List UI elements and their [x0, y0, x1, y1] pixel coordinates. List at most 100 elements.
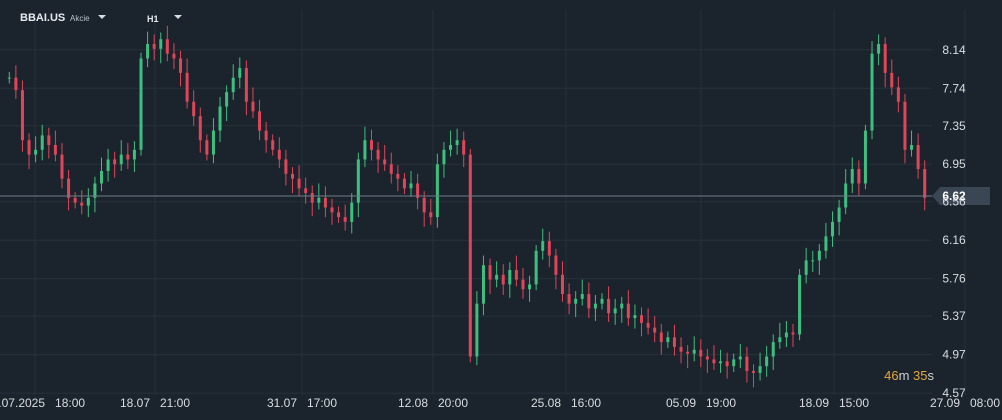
candle-body: [883, 44, 887, 73]
candle-body: [402, 178, 406, 189]
candle-body: [824, 236, 828, 251]
candle-body: [330, 207, 334, 213]
candle-body: [119, 154, 123, 165]
candle-body: [376, 149, 380, 160]
candle-body: [304, 188, 308, 194]
countdown-seconds-unit: s: [927, 368, 935, 383]
candle-body: [290, 173, 294, 179]
candle-body: [896, 87, 900, 102]
candle-body: [560, 274, 564, 295]
candle-body: [99, 170, 103, 184]
candle-body: [60, 154, 64, 179]
candle-body: [231, 77, 235, 93]
candle-body: [640, 315, 644, 323]
y-tick-label: 8.14: [942, 43, 966, 57]
candle-body: [462, 140, 466, 155]
candle-body: [712, 359, 716, 364]
candle-body: [495, 274, 499, 280]
current-price-line: 6.62: [0, 186, 990, 205]
countdown-minutes-unit: m: [898, 368, 910, 383]
candle-body: [903, 101, 907, 150]
candle-body: [317, 197, 321, 203]
candle-body: [870, 53, 874, 131]
candle-body: [251, 101, 255, 112]
candle-body: [620, 303, 624, 309]
timeframe-label[interactable]: H1: [147, 14, 159, 24]
candle-body: [159, 39, 163, 49]
countdown-minutes: 46: [884, 368, 899, 383]
candle-body: [574, 298, 578, 304]
candle-body: [798, 274, 802, 335]
candle-body: [501, 274, 505, 285]
candle-body: [429, 212, 433, 218]
countdown-seconds: 35: [913, 368, 928, 383]
candle-body: [705, 356, 709, 360]
symbol-label[interactable]: BBAI.US: [20, 12, 65, 24]
candle-body: [218, 106, 222, 131]
candle-body: [719, 361, 723, 364]
candle-body: [47, 135, 51, 145]
candle-body: [633, 315, 637, 319]
candle-body: [916, 145, 920, 170]
candle-body: [343, 217, 347, 222]
candle-body: [310, 193, 314, 203]
candle-body: [771, 342, 775, 357]
candle-body: [40, 135, 44, 150]
candle-body: [692, 349, 696, 354]
candle-body: [126, 154, 130, 160]
x-tick-label: 05.09 19:00: [666, 396, 736, 410]
candle-body: [547, 241, 551, 256]
candle-body: [850, 169, 854, 184]
candle-countdown: 46m 35s: [884, 368, 934, 383]
candle-body: [146, 44, 150, 59]
candle-body: [277, 149, 281, 160]
y-tick-label: 6.95: [942, 157, 966, 171]
candle-body: [666, 337, 670, 343]
y-axis: 8.147.747.356.956.566.165.765.374.974.57: [942, 43, 966, 400]
y-tick-label: 5.76: [942, 272, 966, 286]
candle-body: [409, 183, 413, 189]
candle-body: [211, 130, 215, 155]
grid: [0, 10, 966, 395]
candle-body: [192, 101, 196, 117]
symbol-dropdown-chevron-down-icon[interactable]: [98, 15, 106, 19]
candle-body: [258, 111, 262, 131]
candle-body: [389, 164, 393, 174]
candle-body: [837, 207, 841, 222]
candle-body: [831, 221, 835, 237]
x-tick-label: 08.07.202518:00: [0, 396, 85, 410]
candle-body: [225, 92, 229, 107]
candle-body: [152, 44, 156, 49]
y-tick-label: 4.97: [942, 348, 966, 362]
candle-body: [350, 202, 354, 222]
candle-body: [205, 140, 209, 155]
candle-body: [653, 327, 657, 333]
timeframe-dropdown-chevron-down-icon[interactable]: [174, 15, 182, 19]
candle-body: [80, 202, 84, 206]
candle-body: [686, 351, 690, 354]
candle-body: [481, 265, 485, 304]
candle-body: [297, 178, 301, 189]
candle-body: [244, 68, 248, 102]
candle-body: [784, 332, 788, 338]
candle-body: [607, 298, 611, 314]
candle-body: [587, 294, 591, 309]
candle-body: [179, 58, 183, 73]
y-tick-label: 7.35: [942, 119, 966, 133]
candle-body: [910, 145, 914, 150]
candlestick-chart[interactable]: 6.62 8.14 7.74 7.35 6.95 6.56 6.16 5.76 5.37 4.9…: [0, 0, 1002, 420]
chart-area[interactable]: 6.62 8.14 7.74 7.35 6.95 6.56 6.16 5.76 5.37 4.9…: [0, 0, 1002, 420]
candle-body: [422, 197, 426, 213]
candle-body: [732, 359, 736, 367]
candle-body: [435, 164, 439, 218]
candle-body: [442, 149, 446, 165]
candle-body: [113, 159, 117, 165]
candle-body: [600, 298, 604, 304]
candle-body: [172, 53, 176, 59]
x-tick-label: 12.08 20:00: [398, 396, 468, 410]
candle-body: [475, 303, 479, 357]
candle-body: [34, 149, 38, 155]
x-tick-label: 31.07 17:00: [267, 396, 337, 410]
x-tick-label: 18.09 15:00: [799, 396, 869, 410]
x-axis: 08.07.202518:00 18.0721:00 31.0717:00 12.08…: [0, 396, 1000, 410]
